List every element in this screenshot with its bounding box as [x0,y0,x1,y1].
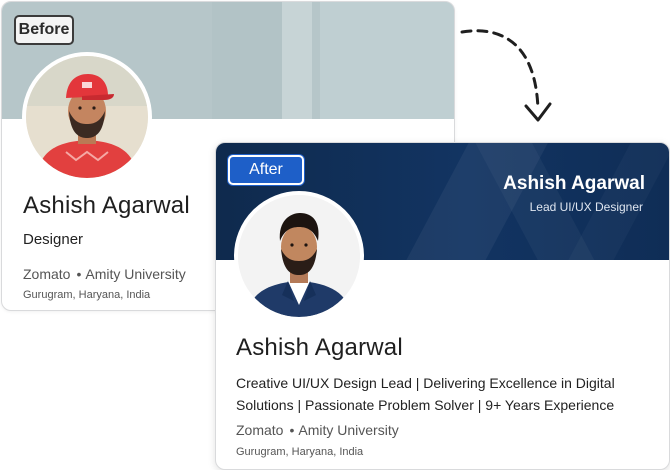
before-profile-name: Ashish Agarwal [23,192,190,219]
after-company: Zomato [236,422,284,438]
banner-role: Lead UI/UX Designer [529,200,643,214]
after-school: Amity University [298,422,399,438]
dashed-curved-arrow-icon [460,29,552,122]
after-profile-name: Ashish Agarwal [236,334,403,361]
after-avatar [234,191,364,321]
before-avatar-photo [26,56,148,178]
before-company: Zomato [23,266,71,282]
after-profile-card: Ashish Agarwal Lead UI/UX Designer After [215,142,670,470]
after-headline: Creative UI/UX Design Lead | Delivering … [236,375,615,413]
before-headline: Designer [23,231,84,248]
before-avatar [22,52,152,182]
after-tag: After [228,155,304,185]
before-tag: Before [14,15,74,45]
after-separator: • [289,422,295,438]
before-separator: • [76,266,82,282]
after-location: Gurugram, Haryana, India [236,446,364,458]
after-avatar-photo [238,195,360,317]
before-location: Gurugram, Haryana, India [23,289,151,301]
banner-name: Ashish Agarwal [503,173,645,194]
after-affiliations: Zomato • Amity University [236,422,399,438]
comparison-stage: Before Ashish Agarwal Designer Zomato • … [0,0,670,470]
before-school: Amity University [85,266,186,282]
before-affiliations: Zomato • Amity University [23,266,186,282]
